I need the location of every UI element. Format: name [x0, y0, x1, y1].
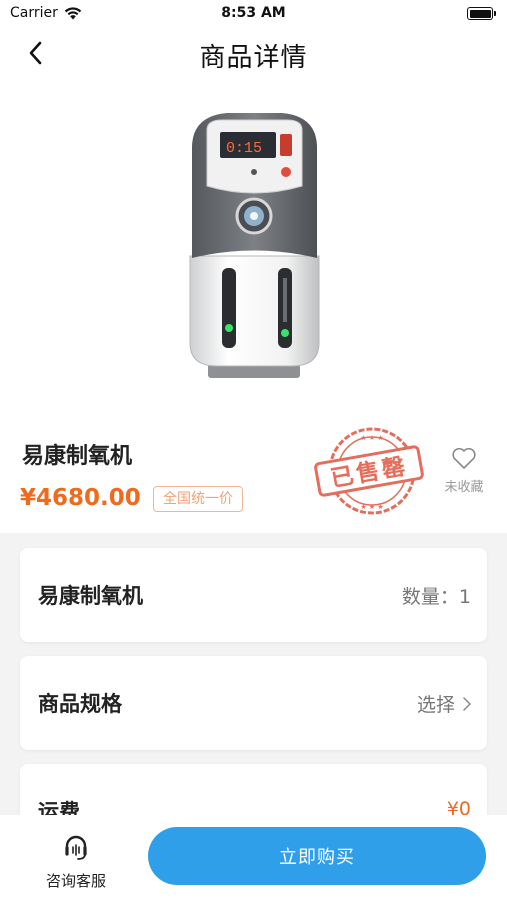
page-title: 商品详情: [199, 43, 308, 73]
svg-text:★ ★ ★: ★ ★ ★: [360, 503, 383, 511]
product-price: ¥4680.00: [20, 485, 141, 511]
favorite-label: 未收藏: [444, 480, 484, 495]
svg-text:0:15: 0:15: [226, 140, 262, 157]
customer-service-label: 咨询客服: [45, 872, 106, 890]
quantity-card[interactable]: 易康制氧机 数量：1: [20, 548, 487, 642]
quantity-card-title: 易康制氧机: [38, 584, 143, 608]
product-name: 易康制氧机: [22, 444, 133, 469]
status-time: 8:53 AM: [221, 5, 286, 21]
battery-icon: [467, 7, 496, 20]
price-tag: 全国统一价: [153, 486, 243, 512]
favorite-button[interactable]: 未收藏: [438, 446, 490, 495]
headset-icon: [65, 835, 87, 860]
chevron-right-icon: [463, 696, 471, 711]
quantity-value: 数量：1: [402, 582, 471, 609]
nav-bar: 商品详情: [0, 30, 507, 76]
detail-section: 易康制氧机 数量：1 商品规格 选择 运费 ¥0: [0, 533, 507, 858]
status-bar: Carrier 8:53 AM: [0, 0, 507, 30]
spec-select-label: 选择: [416, 694, 455, 716]
buy-now-button[interactable]: 立即购买: [148, 827, 486, 885]
spec-card-title: 商品规格: [38, 692, 122, 716]
spec-card[interactable]: 商品规格 选择: [20, 656, 487, 750]
svg-text:★ ★ ★: ★ ★ ★: [360, 434, 383, 442]
spec-select[interactable]: 选择: [417, 690, 471, 717]
customer-service-button[interactable]: 咨询客服: [36, 833, 116, 891]
sold-out-stamp: ★ ★ ★ ★ ★ ★ 已售罄: [314, 427, 424, 515]
product-image: 0:15: [189, 113, 320, 378]
bottom-bar: 咨询客服 立即购买: [0, 815, 507, 900]
heart-icon: [452, 447, 476, 469]
quantity-text: 数量：1: [401, 586, 471, 608]
